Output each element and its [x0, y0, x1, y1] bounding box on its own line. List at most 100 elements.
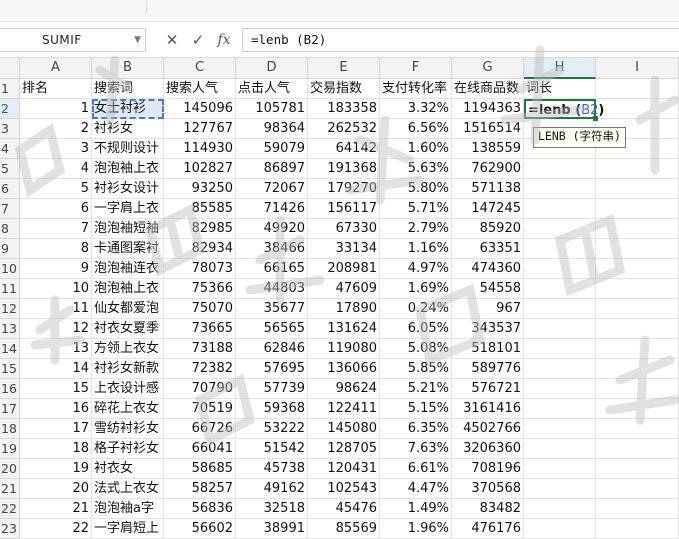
data-cell-trade[interactable]: 262532 [308, 119, 380, 139]
data-cell-search[interactable]: 66726 [164, 419, 236, 439]
data-cell-click[interactable]: 38991 [236, 519, 308, 539]
data-cell-items[interactable]: 589776 [452, 359, 524, 379]
data-cell-click[interactable]: 53222 [236, 419, 308, 439]
row-header[interactable]: 12 [0, 299, 20, 319]
row-header[interactable]: 9 [0, 239, 20, 259]
empty-cell[interactable] [596, 299, 679, 319]
data-cell-term[interactable]: 一字肩短上 [92, 519, 164, 539]
data-cell-term[interactable]: 泡泡袖连衣 [92, 259, 164, 279]
data-cell-conv[interactable]: 6.05% [380, 319, 452, 339]
data-cell-rank[interactable]: 8 [20, 239, 92, 259]
data-cell-rank[interactable]: 2 [20, 119, 92, 139]
data-cell-items[interactable]: 708196 [452, 459, 524, 479]
data-cell-conv[interactable]: 5.21% [380, 379, 452, 399]
data-cell-conv[interactable]: 2.79% [380, 219, 452, 239]
row-header[interactable]: 15 [0, 359, 20, 379]
data-cell-term[interactable]: 仙女都爱泡 [92, 299, 164, 319]
data-cell-term[interactable]: 卡通图案衬 [92, 239, 164, 259]
data-cell-trade[interactable]: 120431 [308, 459, 380, 479]
data-cell-items[interactable]: 762900 [452, 159, 524, 179]
data-cell-click[interactable]: 71426 [236, 199, 308, 219]
data-cell-search[interactable]: 127767 [164, 119, 236, 139]
empty-cell[interactable] [524, 519, 596, 539]
empty-cell[interactable] [524, 239, 596, 259]
data-cell-click[interactable]: 51542 [236, 439, 308, 459]
empty-cell[interactable] [524, 419, 596, 439]
data-cell-click[interactable]: 44803 [236, 279, 308, 299]
data-cell-term[interactable]: 碎花上衣女 [92, 399, 164, 419]
formula-input[interactable]: =lenb (B2) [242, 28, 679, 52]
data-cell-items[interactable]: 147245 [452, 199, 524, 219]
data-cell-search[interactable]: 75070 [164, 299, 236, 319]
row-header[interactable]: 3 [0, 119, 20, 139]
row-header[interactable]: 11 [0, 279, 20, 299]
data-cell-items[interactable]: 343537 [452, 319, 524, 339]
empty-cell[interactable] [524, 219, 596, 239]
data-cell-conv[interactable]: 5.71% [380, 199, 452, 219]
empty-cell[interactable] [596, 159, 679, 179]
empty-cell[interactable] [524, 399, 596, 419]
data-cell-conv[interactable]: 5.63% [380, 159, 452, 179]
empty-cell[interactable] [524, 359, 596, 379]
data-cell-term[interactable]: 不规则设计 [92, 139, 164, 159]
data-cell-rank[interactable]: 1 [20, 99, 92, 119]
data-cell-search[interactable]: 93250 [164, 179, 236, 199]
row-header[interactable]: 18 [0, 419, 20, 439]
data-cell-rank[interactable]: 12 [20, 319, 92, 339]
data-cell-trade[interactable]: 64142 [308, 139, 380, 159]
data-cell-search[interactable]: 58257 [164, 479, 236, 499]
active-cell-h2[interactable]: =lenb (B2) [524, 99, 604, 119]
header-cell[interactable]: 搜索人气 [164, 79, 236, 99]
empty-cell[interactable] [524, 279, 596, 299]
data-cell-items[interactable]: 518101 [452, 339, 524, 359]
header-cell[interactable] [596, 79, 679, 99]
data-cell-trade[interactable]: 33134 [308, 239, 380, 259]
data-cell-term[interactable]: 泡泡袖上衣 [92, 159, 164, 179]
data-cell-trade[interactable]: 128705 [308, 439, 380, 459]
row-header[interactable]: 2 [0, 99, 20, 119]
data-cell-search[interactable]: 145096 [164, 99, 236, 119]
data-cell-items[interactable]: 571138 [452, 179, 524, 199]
empty-cell[interactable] [596, 319, 679, 339]
row-header[interactable]: 17 [0, 399, 20, 419]
data-cell-rank[interactable]: 4 [20, 159, 92, 179]
header-cell[interactable]: 交易指数 [308, 79, 380, 99]
empty-cell[interactable] [524, 199, 596, 219]
data-cell-term[interactable]: 女士衬衫 [92, 99, 164, 119]
data-cell-conv[interactable]: 6.61% [380, 459, 452, 479]
empty-cell[interactable] [524, 439, 596, 459]
data-cell-term[interactable]: 格子衬衫女 [92, 439, 164, 459]
row-header[interactable]: 14 [0, 339, 20, 359]
row-header[interactable]: 22 [0, 499, 20, 519]
row-header[interactable]: 21 [0, 479, 20, 499]
data-cell-term[interactable]: 衬衣女夏季 [92, 319, 164, 339]
data-cell-conv[interactable]: 6.35% [380, 419, 452, 439]
data-cell-trade[interactable]: 102543 [308, 479, 380, 499]
empty-cell[interactable] [596, 379, 679, 399]
data-cell-click[interactable]: 105781 [236, 99, 308, 119]
data-cell-conv[interactable]: 5.15% [380, 399, 452, 419]
data-cell-rank[interactable]: 7 [20, 219, 92, 239]
data-cell-trade[interactable]: 119080 [308, 339, 380, 359]
empty-cell[interactable] [524, 319, 596, 339]
data-cell-items[interactable]: 476176 [452, 519, 524, 539]
row-header[interactable]: 4 [0, 139, 20, 159]
empty-cell[interactable] [524, 499, 596, 519]
data-cell-search[interactable]: 73665 [164, 319, 236, 339]
empty-cell[interactable] [524, 379, 596, 399]
empty-cell[interactable] [596, 479, 679, 499]
data-cell-search[interactable]: 75366 [164, 279, 236, 299]
data-cell-term[interactable]: 泡泡袖a字 [92, 499, 164, 519]
data-cell-items[interactable]: 4502766 [452, 419, 524, 439]
column-header-h[interactable]: H [524, 58, 596, 79]
data-cell-items[interactable]: 63351 [452, 239, 524, 259]
cancel-icon[interactable]: ✕ [162, 30, 182, 50]
data-cell-items[interactable]: 370568 [452, 479, 524, 499]
header-cell[interactable]: 搜索词 [92, 79, 164, 99]
row-header[interactable]: 20 [0, 459, 20, 479]
data-cell-search[interactable]: 72382 [164, 359, 236, 379]
insert-function-icon[interactable]: fx [212, 30, 236, 50]
select-all-corner[interactable] [0, 58, 20, 79]
data-cell-rank[interactable]: 20 [20, 479, 92, 499]
data-cell-search[interactable]: 73188 [164, 339, 236, 359]
